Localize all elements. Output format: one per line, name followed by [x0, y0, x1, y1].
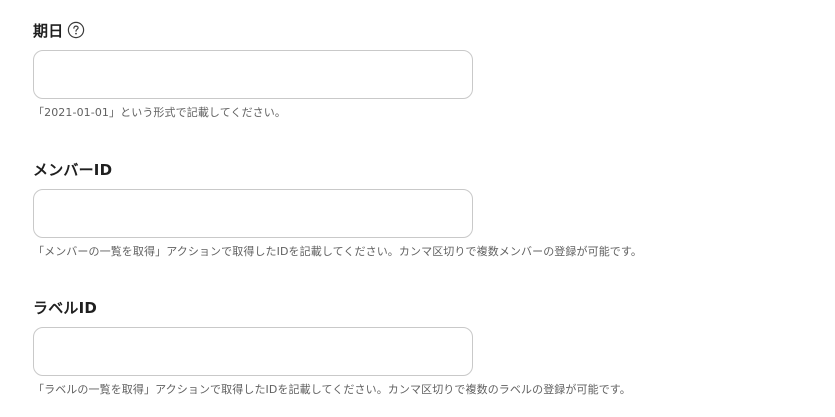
label-id-input[interactable]: [33, 327, 473, 376]
due-date-input[interactable]: [33, 50, 473, 99]
member-id-label-row: メンバーID: [33, 157, 813, 181]
due-date-label: 期日: [33, 21, 64, 40]
question-circle-icon: [68, 21, 85, 39]
due-date-label-row: 期日: [33, 18, 813, 42]
member-id-field-group: メンバーID 「メンバーの一覧を取得」アクションで取得したIDを記載してください…: [33, 157, 813, 259]
label-id-hint: 「ラベルの一覧を取得」アクションで取得したIDを記載してください。カンマ区切りで…: [33, 383, 631, 396]
label-id-field-group: ラベルID 「ラベルの一覧を取得」アクションで取得したIDを記載してください。カ…: [33, 295, 813, 397]
member-id-hint: 「メンバーの一覧を取得」アクションで取得したIDを記載してください。カンマ区切り…: [33, 245, 642, 258]
due-date-field-group: 期日 「2021-01-01」という形式で記載してください。: [33, 18, 813, 120]
member-id-label: メンバーID: [33, 160, 113, 179]
label-id-label-row: ラベルID: [33, 295, 813, 319]
label-id-label: ラベルID: [33, 298, 98, 317]
due-date-hint: 「2021-01-01」という形式で記載してください。: [33, 106, 286, 119]
member-id-input[interactable]: [33, 189, 473, 238]
help-icon[interactable]: [67, 21, 85, 39]
